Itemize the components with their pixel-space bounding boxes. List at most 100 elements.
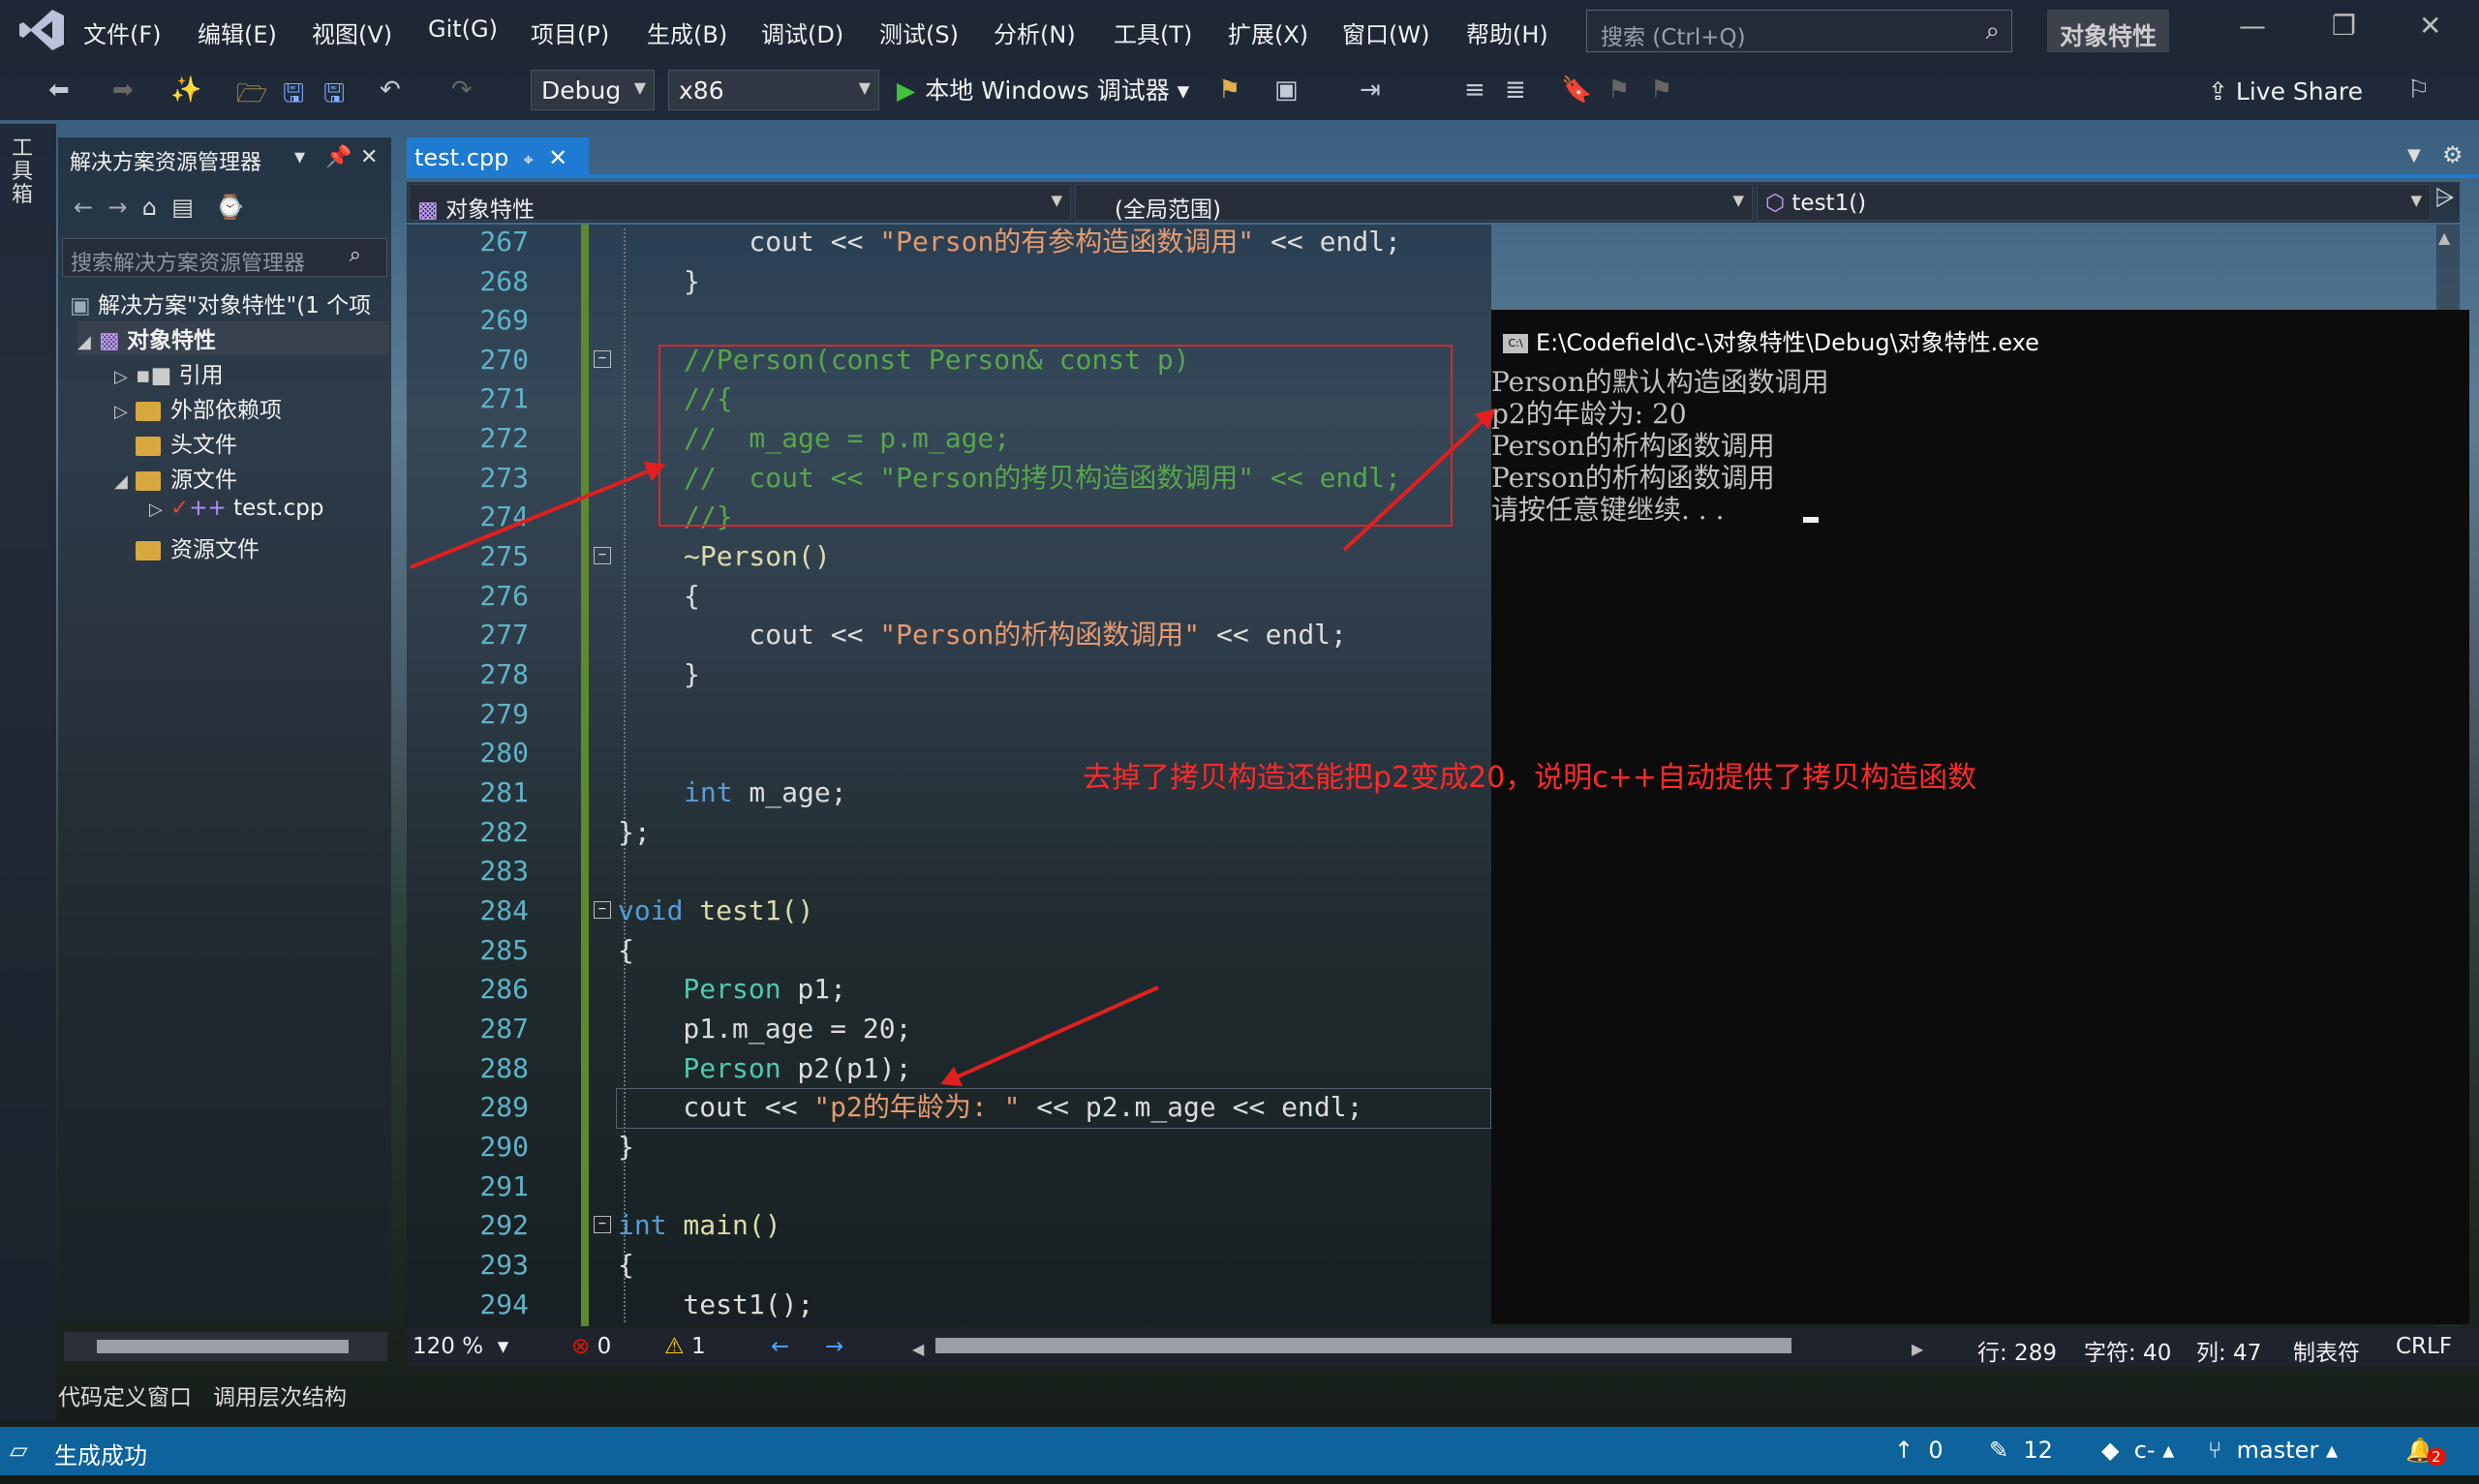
menu-tools[interactable]: 工具(T) [1114, 15, 1192, 49]
menu-debug[interactable]: 调试(D) [761, 15, 843, 49]
tab-code-definition[interactable]: 代码定义窗口 [58, 1385, 192, 1410]
scroll-up-icon[interactable]: ▲ [2438, 228, 2450, 247]
forward-icon[interactable]: → [107, 194, 127, 221]
close-tab-icon[interactable]: ✕ [548, 144, 567, 171]
screenshot-icon[interactable]: ▣ [1274, 76, 1299, 105]
chevron-right-icon: ▷ [114, 367, 128, 387]
close-panel-icon[interactable]: ✕ [360, 145, 378, 169]
menu-git[interactable]: Git(G) [428, 15, 498, 43]
line-number: 281 [479, 776, 529, 808]
menu-view[interactable]: 视图(V) [312, 15, 392, 49]
menu-edit[interactable]: 编辑(E) [198, 15, 277, 49]
fold-toggle[interactable]: − [594, 901, 611, 919]
scope-dropdown[interactable]: ▩ 对象特性 ▼ [409, 184, 1071, 223]
menu-file[interactable]: 文件(F) [83, 15, 162, 49]
new-project-icon[interactable]: ✨ [170, 76, 201, 105]
search-box[interactable]: 搜索 (Ctrl+Q) ⌕ [1586, 10, 2012, 52]
menu-help[interactable]: 帮助(H) [1466, 15, 1548, 49]
forward-icon[interactable]: ➡ [112, 76, 134, 105]
code-line-281: int m_age; [684, 773, 847, 812]
line-number: 294 [479, 1288, 529, 1320]
menu-test[interactable]: 测试(S) [879, 15, 959, 49]
history-icon[interactable]: ⌚ [216, 194, 245, 221]
scroll-left-icon[interactable]: ◀ [912, 1340, 924, 1358]
minimize-icon[interactable]: — [2239, 10, 2266, 42]
redo-icon[interactable]: ↷ [451, 76, 473, 105]
restore-icon[interactable]: ❐ [2332, 10, 2356, 42]
explorer-search-input[interactable]: 搜索解决方案资源管理器 ⌕ [62, 238, 387, 277]
config-dropdown[interactable]: Debug ▼ [531, 70, 655, 110]
repository-selector[interactable]: ◆ c- ▴ [2101, 1437, 2174, 1464]
save-all-icon[interactable]: 🖫 [323, 76, 345, 118]
start-debug-button[interactable]: ▶ 本地 Windows 调试器 ▾ [897, 72, 1189, 106]
keyword: void [618, 894, 684, 926]
indent-icon[interactable]: ≡ [1464, 76, 1485, 105]
settings-gear-icon[interactable]: ⚙ [2442, 141, 2464, 168]
editor-horizontal-scroll-thumb[interactable] [935, 1338, 1791, 1353]
save-icon[interactable]: 🖫 [283, 76, 304, 118]
scroll-right-icon[interactable]: ▶ [1912, 1340, 1923, 1358]
tab-list-dropdown-icon[interactable]: ▼ [2407, 145, 2421, 166]
tabs-indicator[interactable]: 制表符 [2293, 1334, 2360, 1367]
row-indicator[interactable]: 行: 289 [1977, 1334, 2057, 1367]
explorer-horizontal-scrollbar[interactable] [64, 1332, 387, 1361]
back-icon[interactable]: ⬅ [48, 76, 70, 105]
menu-build[interactable]: 生成(B) [647, 15, 727, 49]
next-bookmark-icon[interactable]: ⚑ [1650, 76, 1672, 105]
notifications-bell[interactable]: 🔔 2 [2405, 1437, 2446, 1466]
split-editor-icon[interactable]: ⩥ [2434, 184, 2455, 214]
live-share-button[interactable]: ⇪ Live Share [2208, 77, 2363, 106]
errors-indicator[interactable]: ⊗ 0 [571, 1334, 611, 1359]
function-dropdown[interactable]: ⬡ test1() ▼ [1757, 184, 2431, 221]
menu-window[interactable]: 窗口(W) [1342, 15, 1429, 49]
tree-solution[interactable]: ▣ 解决方案"对象特性"(1 个项 [70, 287, 371, 319]
menu-extensions[interactable]: 扩展(X) [1228, 15, 1308, 49]
tree-project[interactable]: ◢ ▩ 对象特性 [77, 321, 389, 354]
platform-dropdown[interactable]: x86 ▼ [668, 70, 879, 110]
menu-project[interactable]: 项目(P) [531, 15, 609, 49]
home-icon[interactable]: ⌂ [142, 194, 157, 221]
toolbox-tab[interactable]: 工具箱 [12, 137, 37, 207]
switch-view-icon[interactable]: ▤ [171, 194, 194, 221]
fold-toggle[interactable]: − [594, 547, 611, 564]
undo-icon[interactable]: ↶ [380, 76, 401, 105]
nav-back-icon[interactable]: ← [771, 1334, 789, 1359]
code-text: cout << [684, 619, 880, 651]
menu-analyze[interactable]: 分析(N) [994, 15, 1076, 49]
zoom-dropdown[interactable]: 120 % ▾ [413, 1334, 508, 1359]
pending-changes[interactable]: ✎ 12 [1989, 1437, 2053, 1464]
warnings-indicator[interactable]: ⚠ 1 [664, 1334, 706, 1359]
tree-file-test-cpp[interactable]: ▷ ✓++ test.cpp [149, 496, 323, 521]
nav-forward-icon[interactable]: → [825, 1334, 843, 1359]
pin-icon[interactable]: 📌 [325, 145, 352, 169]
tree-external-deps[interactable]: ▷ 外部依赖项 [114, 391, 282, 424]
bookmark-icon[interactable]: 🔖 [1561, 76, 1592, 105]
char-indicator[interactable]: 字符: 40 [2084, 1334, 2171, 1367]
run-label: 本地 Windows 调试器 [925, 76, 1170, 105]
fold-toggle[interactable]: − [594, 350, 611, 368]
close-window-icon[interactable]: ✕ [2419, 10, 2441, 42]
find-in-files-icon[interactable]: ⚑ [1218, 76, 1240, 105]
fold-toggle[interactable]: − [594, 1216, 611, 1233]
tree-headers[interactable]: 头文件 [136, 426, 237, 459]
tree-references[interactable]: ▷ ▪■ 引用 [114, 356, 224, 389]
feedback-icon[interactable]: ⚐ [2407, 76, 2430, 105]
global-scope-dropdown[interactable]: (全局范围) ▼ [1075, 184, 1753, 223]
tab-test-cpp[interactable]: test.cpp ⌖ ✕ [407, 137, 589, 178]
pin-icon[interactable]: ⌖ [524, 150, 534, 170]
code-line-293: { [618, 1249, 634, 1281]
column-indicator[interactable]: 列: 47 [2196, 1334, 2261, 1367]
pending-pushes[interactable]: ↑ 0 [1894, 1437, 1943, 1464]
tab-call-hierarchy[interactable]: 调用层次结构 [213, 1385, 347, 1410]
step-icon[interactable]: ⇥ [1360, 76, 1381, 105]
scrollbar-thumb[interactable] [97, 1340, 349, 1353]
chevron-down-icon[interactable]: ▾ [294, 145, 305, 169]
tree-sources[interactable]: ◢ 源文件 [114, 461, 237, 494]
branch-selector[interactable]: ⑂ master ▴ [2208, 1437, 2338, 1464]
line-ending-indicator[interactable]: CRLF [2396, 1334, 2452, 1359]
prev-bookmark-icon[interactable]: ⚑ [1607, 76, 1630, 105]
back-icon[interactable]: ← [74, 194, 93, 221]
open-folder-icon[interactable]: 🗁 [236, 76, 267, 118]
tree-resources[interactable]: 资源文件 [136, 530, 260, 563]
outdent-icon[interactable]: ≣ [1505, 76, 1526, 105]
